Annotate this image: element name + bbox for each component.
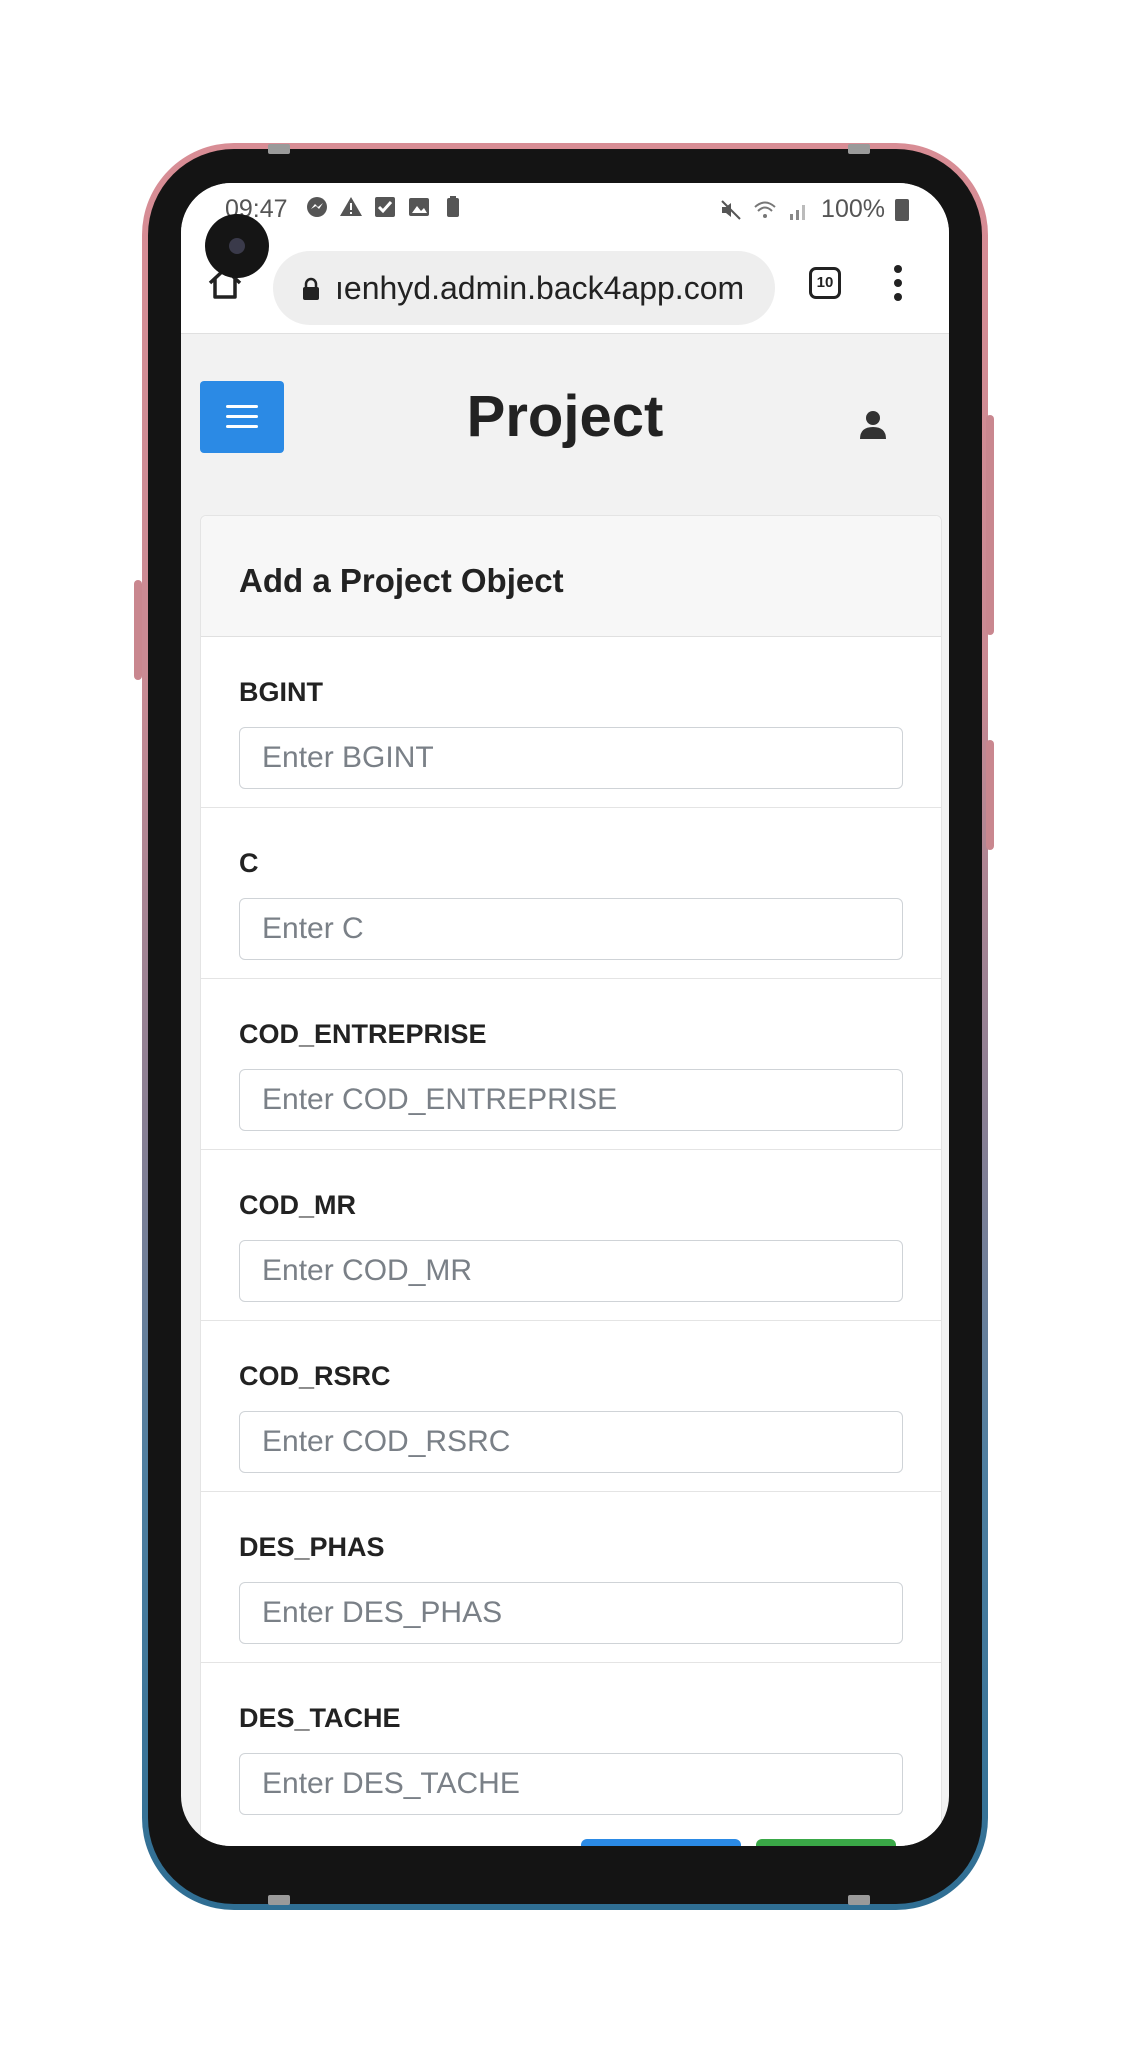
- field-label: BGINT: [239, 677, 323, 707]
- card-header: Add a Project Object: [201, 516, 941, 637]
- form-field-des-phas: DES_PHAS: [201, 1492, 941, 1663]
- phone-screen: 09:47 100% ıenhyd.admin.back4app.com 10 …: [181, 183, 949, 1846]
- form-field-c: C: [201, 808, 941, 979]
- bgint-input[interactable]: [239, 727, 903, 789]
- address-bar[interactable]: ıenhyd.admin.back4app.com: [273, 251, 775, 325]
- form-field-bgint: BGINT: [201, 637, 941, 808]
- form-field-cod-rsrc: COD_RSRC: [201, 1321, 941, 1492]
- battery-icon: [895, 198, 909, 221]
- tabs-icon[interactable]: 10: [809, 267, 841, 299]
- grille: [268, 144, 290, 154]
- card-title: Add a Project Object: [239, 562, 564, 599]
- field-label: COD_ENTREPRISE: [239, 1019, 487, 1049]
- messenger-icon: [307, 197, 327, 217]
- cod-mr-input[interactable]: [239, 1240, 903, 1302]
- field-label: COD_MR: [239, 1190, 357, 1220]
- page-title: Project: [466, 384, 664, 449]
- grille: [848, 144, 870, 154]
- form-field-des-tache: DES_TACHE: [201, 1663, 941, 1833]
- warning-icon: [340, 197, 362, 216]
- mute-icon: [721, 199, 741, 220]
- field-label: COD_RSRC: [239, 1361, 391, 1391]
- signal-icon: [790, 204, 806, 220]
- status-right: 100%: [719, 195, 909, 224]
- notification-icons: [305, 195, 465, 219]
- wifi-icon: [754, 201, 776, 218]
- front-camera: [205, 214, 269, 278]
- user-icon[interactable]: [857, 408, 889, 440]
- battery-saver-icon: [447, 196, 459, 217]
- lock-icon: [303, 277, 319, 300]
- grille: [848, 1895, 870, 1905]
- image-icon: [409, 198, 429, 216]
- form-field-cod-entreprise: COD_ENTREPRISE: [201, 979, 941, 1150]
- submit-button[interactable]: [756, 1839, 896, 1846]
- url-text[interactable]: ıenhyd.admin.back4app.com: [335, 270, 765, 307]
- field-label: C: [239, 848, 259, 878]
- field-label: DES_TACHE: [239, 1703, 401, 1733]
- power-button: [986, 415, 994, 635]
- grille: [268, 1895, 290, 1905]
- battery-percent: 100%: [821, 195, 885, 223]
- menu-dots-icon[interactable]: [893, 263, 903, 303]
- c-input[interactable]: [239, 898, 903, 960]
- browser-toolbar: ıenhyd.admin.back4app.com 10: [181, 233, 949, 334]
- field-label: DES_PHAS: [239, 1532, 385, 1562]
- cancel-button[interactable]: [581, 1839, 741, 1846]
- volume-button: [134, 580, 142, 680]
- add-object-card: Add a Project Object BGINT C COD_ENTREPR…: [200, 515, 942, 1846]
- side-button: [986, 740, 994, 850]
- des-phas-input[interactable]: [239, 1582, 903, 1644]
- cod-entreprise-input[interactable]: [239, 1069, 903, 1131]
- status-bar: 09:47 100%: [181, 183, 949, 233]
- cod-rsrc-input[interactable]: [239, 1411, 903, 1473]
- des-tache-input[interactable]: [239, 1753, 903, 1815]
- checkbox-icon: [375, 197, 395, 217]
- form-field-cod-mr: COD_MR: [201, 1150, 941, 1321]
